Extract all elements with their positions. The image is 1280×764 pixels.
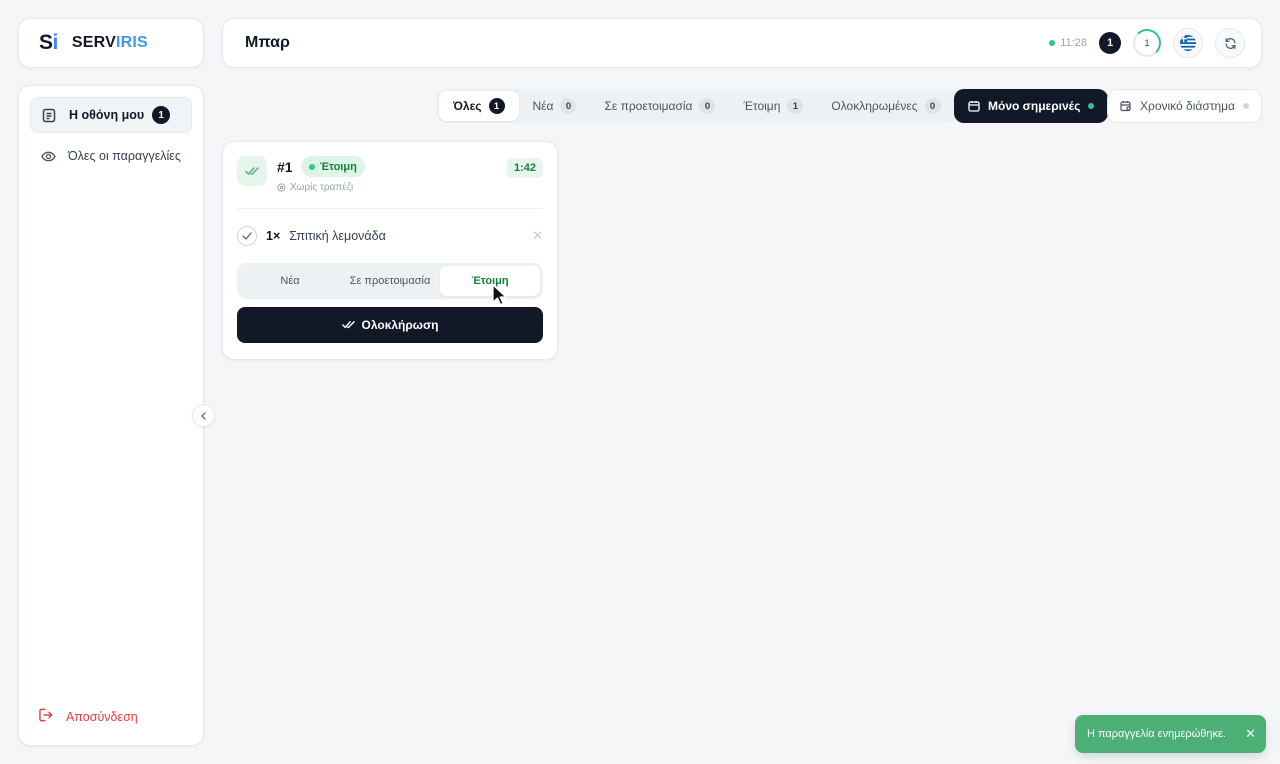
tab-count: 0 [699,98,716,114]
tab-completed[interactable]: Ολοκληρωμένες 0 [817,91,954,121]
sidebar: Η οθόνη μου 1 Όλες οι παραγγελίες Αποσύν… [18,85,204,746]
complete-order-label: Ολοκλήρωση [361,318,439,332]
inactive-dot [1243,103,1249,109]
logout-button[interactable]: Αποσύνδεση [39,708,138,725]
tab-count: 0 [924,98,941,114]
logout-label: Αποσύνδεση [66,709,138,724]
location-pin-icon [277,183,286,192]
eye-icon [40,148,56,164]
segment-ready[interactable]: Έτοιμη [440,266,540,296]
tab-label: Όλες [453,99,482,113]
item-name: Σπιτική λεμονάδα [289,229,386,243]
double-check-icon [341,321,355,329]
page-title: Μπαρ [245,34,290,51]
tab-count: 1 [488,98,505,114]
logo-mark: Si [39,31,58,54]
order-table-info: Χωρίς τραπέζι [277,182,365,193]
item-quantity: 1× [266,229,281,243]
toast-message: Η παραγγελία ενημερώθηκε. [1087,728,1226,740]
order-number: #1 [277,158,293,175]
calendar-icon [968,101,980,112]
order-card: #1 Έτοιμη Χωρίς τραπέζι 1:42 1× Σπιτική … [222,141,558,360]
tab-label: Ολοκληρωμένες [831,99,918,113]
progress-ring: 1 [1133,29,1161,57]
status-filter-tabs: Όλες 1 Νέα 0 Σε προετοιμασία 0 Έτοιμη 1 … [436,89,958,123]
today-only-label: Μόνο σημερινές [988,99,1081,113]
item-check-button[interactable] [237,226,257,246]
order-table-label: Χωρίς τραπέζι [290,182,354,193]
mouse-cursor-icon [492,284,507,306]
remove-item-icon[interactable]: ✕ [532,228,543,244]
segment-preparing[interactable]: Σε προετοιμασία [340,266,440,296]
notification-count[interactable]: 1 [1099,32,1121,54]
complete-order-button[interactable]: Ολοκλήρωση [237,307,543,343]
clock-time: 11:28 [1060,37,1087,49]
date-range-button[interactable]: Χρονικό διάστημα [1107,89,1262,123]
check-icon [242,232,252,240]
order-timer: 1:42 [506,158,543,178]
tab-label: Νέα [532,99,554,113]
top-header: Μπαρ 11:28 1 1 [222,18,1262,68]
today-only-toggle[interactable]: Μόνο σημερινές [954,89,1109,123]
sidebar-item-all-orders[interactable]: Όλες οι παραγγελίες [30,138,192,174]
status-dot [308,163,315,170]
sidebar-item-label: Η οθόνη μου [69,108,145,122]
calendar-search-icon [1120,101,1131,112]
success-toast: Η παραγγελία ενημερώθηκε. ✕ [1075,715,1266,753]
toast-close-icon[interactable]: ✕ [1245,726,1256,742]
order-status-label: Έτοιμη [319,160,357,173]
order-item-row: 1× Σπιτική λεμονάδα ✕ [223,209,557,263]
logo-wordmark: SERVIRIS [71,34,148,51]
active-dot [1088,103,1095,109]
order-status-badge: Έτοιμη [300,156,365,177]
sidebar-item-label: Όλες οι παραγγελίες [68,149,181,163]
double-check-icon [237,156,267,186]
tab-label: Έτοιμη [743,99,781,113]
refresh-icon [1225,37,1235,49]
chevron-left-icon [200,411,206,420]
online-dot [1049,40,1056,46]
clock: 11:28 [1049,37,1087,49]
tab-count: 0 [560,98,577,114]
greek-flag-icon [1180,35,1196,51]
tab-label: Σε προετοιμασία [604,99,693,113]
collapse-sidebar-button[interactable] [192,404,215,427]
tab-count: 1 [787,98,804,114]
tab-all[interactable]: Όλες 1 [439,91,519,121]
refresh-button[interactable] [1215,28,1245,58]
date-range-label: Χρονικό διάστημα [1140,99,1235,113]
logout-icon [39,708,54,725]
segment-new[interactable]: Νέα [240,266,340,296]
sidebar-count-badge: 1 [152,106,171,124]
clipboard-icon [41,107,57,123]
tab-preparing[interactable]: Σε προετοιμασία 0 [590,91,729,121]
brand-logo: Si SERVIRIS [18,18,204,68]
tab-ready[interactable]: Έτοιμη 1 [729,91,817,121]
language-button[interactable] [1173,28,1203,58]
sidebar-item-my-screen[interactable]: Η οθόνη μου 1 [30,97,192,133]
tab-new[interactable]: Νέα 0 [519,91,591,121]
